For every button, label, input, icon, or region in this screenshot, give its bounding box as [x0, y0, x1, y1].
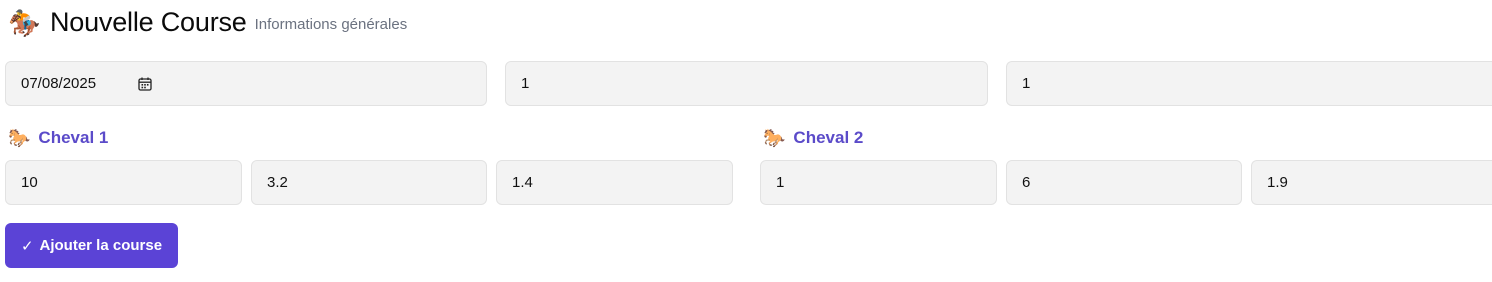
- date-value: 07/08/2025: [21, 75, 97, 92]
- horse1-section-title: 🐎 Cheval 1: [8, 126, 108, 150]
- page-subtitle: Informations générales: [254, 16, 408, 33]
- date-field[interactable]: 07/08/2025: [5, 61, 487, 106]
- horse-racing-icon: 🏇: [8, 8, 41, 38]
- header: 🏇 Nouvelle Course Informations générales: [8, 6, 407, 38]
- horse-icon: 🐎: [763, 128, 786, 148]
- general-field-2-value: 1: [521, 75, 530, 92]
- general-field-3-value: 1: [1022, 75, 1031, 92]
- horse1-field-3[interactable]: 1.4: [496, 160, 733, 205]
- page: 🏇 Nouvelle Course Informations générales…: [0, 0, 1492, 282]
- horse2-field-1[interactable]: 1: [760, 160, 997, 205]
- check-icon: ✓: [20, 237, 34, 255]
- horse1-field-2-value: 3.2: [267, 174, 288, 191]
- horse1-field-1-value: 10: [21, 174, 38, 191]
- horse2-field-2-value: 6: [1022, 174, 1031, 191]
- horse2-field-2[interactable]: 6: [1006, 160, 1242, 205]
- horse1-field-3-value: 1.4: [512, 174, 533, 191]
- page-title: Nouvelle Course: [50, 7, 247, 37]
- horse2-field-3[interactable]: 1.9: [1251, 160, 1492, 205]
- horse1-title: Cheval 1: [38, 128, 109, 147]
- add-race-button-label: Ajouter la course: [39, 237, 163, 254]
- horse2-field-3-value: 1.9: [1267, 174, 1288, 191]
- horse2-section-title: 🐎 Cheval 2: [763, 126, 863, 150]
- horse2-title: Cheval 2: [793, 128, 864, 147]
- horse-icon: 🐎: [8, 128, 31, 148]
- horse1-field-2[interactable]: 3.2: [251, 160, 487, 205]
- general-field-2[interactable]: 1: [505, 61, 988, 106]
- calendar-icon[interactable]: [137, 76, 153, 92]
- add-race-button[interactable]: ✓ Ajouter la course: [5, 223, 178, 268]
- general-field-3[interactable]: 1: [1006, 61, 1492, 106]
- horse1-field-1[interactable]: 10: [5, 160, 242, 205]
- horse2-field-1-value: 1: [776, 174, 785, 191]
